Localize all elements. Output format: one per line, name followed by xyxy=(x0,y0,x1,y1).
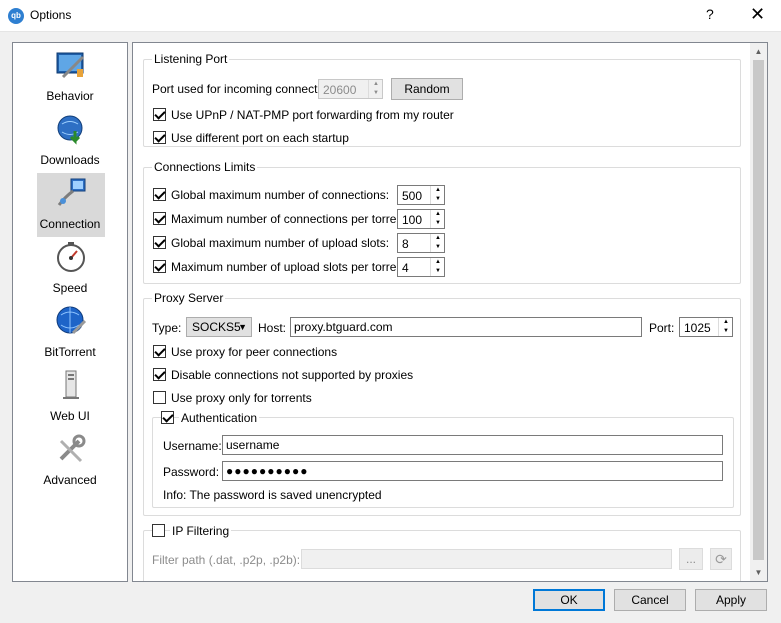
sidebar-item-label: Connection xyxy=(39,217,101,231)
downloads-icon xyxy=(57,115,83,145)
reload-icon: ⟳ xyxy=(715,551,727,567)
sidebar-item-label: Downloads xyxy=(40,153,100,167)
filter-path-label: Filter path (.dat, .p2p, .p2b): xyxy=(152,553,301,567)
authentication-label: Authentication xyxy=(179,411,260,425)
limit-label: Global maximum number of upload slots: xyxy=(171,236,390,250)
behavior-icon xyxy=(56,52,85,79)
port-label: Port used for incoming connections: xyxy=(152,82,343,96)
reload-button[interactable]: ⟳ xyxy=(710,548,732,570)
filter-path-input[interactable] xyxy=(301,549,672,569)
disable-unsupported-label: Disable connections not supported by pro… xyxy=(171,368,414,382)
title-bar: qb Options ? ✕ xyxy=(0,0,781,32)
limit-label: Global maximum number of connections: xyxy=(171,188,390,202)
spinbox-value: 8 xyxy=(402,237,409,251)
sidebar-item-speed[interactable]: Speed xyxy=(13,237,127,301)
proxy-port-spinbox[interactable]: 1025 ▲ ▼ xyxy=(679,317,733,337)
scroll-thumb[interactable] xyxy=(753,60,764,560)
proxy-host-label: Host: xyxy=(258,321,287,335)
password-info-text: Info: The password is saved unencrypted xyxy=(163,488,382,502)
sidebar-item-downloads[interactable]: Downloads xyxy=(13,109,127,173)
content-scrollbar[interactable]: ▲ ▼ xyxy=(750,43,767,581)
bittorrent-icon xyxy=(56,306,87,335)
sidebar-item-label: Advanced xyxy=(43,473,97,487)
sidebar-item-label: Web UI xyxy=(50,409,90,423)
random-port-button[interactable]: Random xyxy=(391,78,463,100)
global-upload-slots-spinbox[interactable]: 8 ▲ ▼ xyxy=(397,233,445,253)
spinbox-value: 4 xyxy=(402,261,409,275)
password-label: Password: xyxy=(163,465,220,479)
apply-button[interactable]: Apply xyxy=(695,589,767,611)
proxy-torrents-only-checkbox[interactable] xyxy=(153,391,166,404)
sidebar-item-label: Speed xyxy=(52,281,88,295)
ok-button[interactable]: OK xyxy=(533,589,605,611)
ip-filtering-group: IP Filtering Filter path (.dat, .p2p, .p… xyxy=(143,524,741,581)
window-title: Options xyxy=(30,8,72,22)
username-label: Username: xyxy=(163,439,222,453)
group-title: Proxy Server xyxy=(152,291,226,305)
different-port-label: Use different port on each startup xyxy=(171,131,349,145)
help-button[interactable]: ? xyxy=(706,6,714,22)
connection-limits-group: Connections Limits Global maximum number… xyxy=(143,160,741,284)
proxy-peer-connections-checkbox[interactable] xyxy=(153,345,166,358)
global-upload-slots-checkbox[interactable] xyxy=(153,236,166,249)
spinbox-value: 20600 xyxy=(323,83,357,97)
sidebar-item-advanced[interactable]: Advanced xyxy=(13,429,127,493)
webui-icon xyxy=(63,370,79,399)
listening-port-group: Listening Port Port used for incoming co… xyxy=(143,52,741,147)
authentication-group: Authentication Username: username Passwo… xyxy=(152,411,734,508)
different-port-checkbox[interactable] xyxy=(153,131,166,144)
proxy-peer-label: Use proxy for peer connections xyxy=(171,345,338,359)
proxy-type-dropdown[interactable]: SOCKS5 ▼ xyxy=(186,317,252,337)
scroll-down-icon[interactable]: ▼ xyxy=(750,564,767,581)
dropdown-value: SOCKS5 xyxy=(192,320,241,334)
spinbox-value: 100 xyxy=(402,213,423,227)
connection-icon xyxy=(57,178,86,206)
upload-slots-per-torrent-spinbox[interactable]: 4 ▲ ▼ xyxy=(397,257,445,277)
proxy-torrents-only-label: Use proxy only for torrents xyxy=(171,391,312,405)
ip-filtering-checkbox[interactable] xyxy=(152,524,165,537)
chevron-down-icon: ▼ xyxy=(238,322,247,332)
group-title: Listening Port xyxy=(152,52,230,66)
sidebar-item-connection[interactable]: Connection xyxy=(13,173,127,237)
authentication-checkbox[interactable] xyxy=(161,411,174,424)
spinbox-value: 1025 xyxy=(684,321,711,335)
proxy-type-label: Type: xyxy=(152,321,182,335)
group-title: Connections Limits xyxy=(152,160,258,174)
cancel-button[interactable]: Cancel xyxy=(614,589,686,611)
spinbox-value: 500 xyxy=(402,189,423,203)
max-connections-per-torrent-spinbox[interactable]: 100 ▲ ▼ xyxy=(397,209,445,229)
options-content-pane: Listening Port Port used for incoming co… xyxy=(132,42,768,582)
advanced-icon xyxy=(59,434,86,463)
username-input[interactable]: username xyxy=(222,435,723,455)
sidebar-item-webui[interactable]: Web UI xyxy=(13,365,127,429)
sidebar-item-bittorrent[interactable]: BitTorrent xyxy=(13,301,127,365)
speed-icon xyxy=(57,242,85,272)
proxy-port-label: Port: xyxy=(649,321,675,335)
max-connections-per-torrent-checkbox[interactable] xyxy=(153,212,166,225)
sidebar-item-label: Behavior xyxy=(46,89,94,103)
category-sidebar: Behavior Downloads Connection Speed BitT… xyxy=(12,42,128,582)
upnp-checkbox[interactable] xyxy=(153,108,166,121)
global-max-connections-checkbox[interactable] xyxy=(153,188,166,201)
incoming-port-spinbox[interactable]: 20600 ▲ ▼ xyxy=(318,79,383,99)
browse-button[interactable]: ... xyxy=(679,548,703,570)
disable-unsupported-checkbox[interactable] xyxy=(153,368,166,381)
scroll-up-icon[interactable]: ▲ xyxy=(750,43,767,60)
ip-filtering-label: IP Filtering xyxy=(170,524,232,538)
proxy-server-group: Proxy Server Type: SOCKS5 ▼ Host: proxy.… xyxy=(143,291,741,516)
sidebar-item-label: BitTorrent xyxy=(44,345,96,359)
limit-label: Maximum number of connections per torren… xyxy=(171,212,410,226)
global-max-connections-spinbox[interactable]: 500 ▲ ▼ xyxy=(397,185,445,205)
sidebar-item-behavior[interactable]: Behavior xyxy=(13,45,127,109)
close-button[interactable]: ✕ xyxy=(750,4,765,24)
qbittorrent-logo-icon: qb xyxy=(8,8,24,24)
upnp-label: Use UPnP / NAT-PMP port forwarding from … xyxy=(171,108,454,122)
proxy-host-input[interactable]: proxy.btguard.com xyxy=(290,317,642,337)
limit-label: Maximum number of upload slots per torre… xyxy=(171,260,410,274)
upload-slots-per-torrent-checkbox[interactable] xyxy=(153,260,166,273)
password-input[interactable]: ●●●●●●●●●● xyxy=(222,461,723,481)
